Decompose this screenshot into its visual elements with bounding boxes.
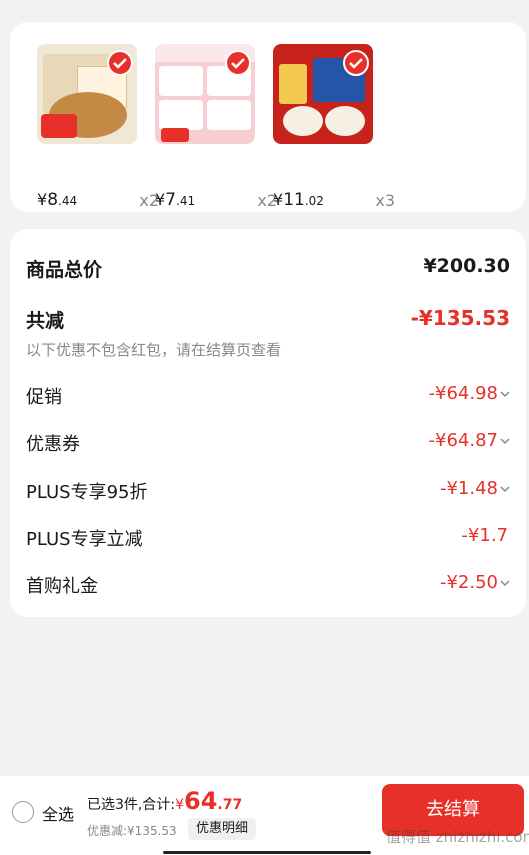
selected-check-icon[interactable]	[225, 50, 251, 76]
checkout-button[interactable]: 去结算	[382, 784, 524, 836]
total-reduction-value: -¥135.53	[410, 306, 510, 330]
oatmeal-box-image[interactable]	[273, 44, 373, 144]
chevron-down-icon	[500, 391, 510, 398]
home-indicator	[163, 851, 371, 854]
product-price: ¥8.44 x2	[37, 190, 159, 210]
select-all-label[interactable]: 全选	[42, 801, 74, 825]
total-price-value: ¥200.30	[423, 255, 510, 277]
product-item[interactable]: ¥11.02 x3	[273, 44, 395, 210]
selected-check-icon[interactable]	[107, 50, 133, 76]
total-price-label: 商品总价	[26, 259, 103, 281]
total-reduction-label: 共减	[26, 310, 65, 332]
checkout-total: 64	[184, 787, 218, 815]
product-item[interactable]: ¥8.44 x2	[37, 44, 159, 210]
checkout-bar: 全选 已选3件,合计:¥64.77 优惠减:¥135.53 优惠明细 去结算 值…	[0, 776, 529, 855]
snack-pack-image[interactable]	[155, 44, 255, 144]
product-price: ¥11.02 x3	[273, 190, 395, 210]
selected-summary: 已选3件,合计:¥64.77	[87, 787, 243, 815]
discount-detail-button[interactable]: 优惠明细	[188, 818, 256, 840]
product-price: ¥7.41 x2	[155, 190, 277, 210]
cookie-box-image[interactable]	[37, 44, 137, 144]
product-quantity: x3	[375, 191, 395, 210]
price-summary-card: 商品总价 ¥200.30 共减 -¥135.53 以下优惠不包含红包，请在结算页…	[10, 229, 526, 617]
chevron-down-icon	[500, 438, 510, 445]
cart-products-card: ¥8.44 x2 ¥7.41 x2 ¥11.02 x3	[10, 22, 526, 212]
selected-check-icon[interactable]	[343, 50, 369, 76]
discount-amount: 优惠减:¥135.53	[87, 824, 177, 838]
product-item[interactable]: ¥7.41 x2	[155, 44, 277, 210]
chevron-down-icon	[500, 486, 510, 493]
chevron-down-icon	[500, 580, 510, 587]
select-all-radio[interactable]	[12, 801, 34, 823]
